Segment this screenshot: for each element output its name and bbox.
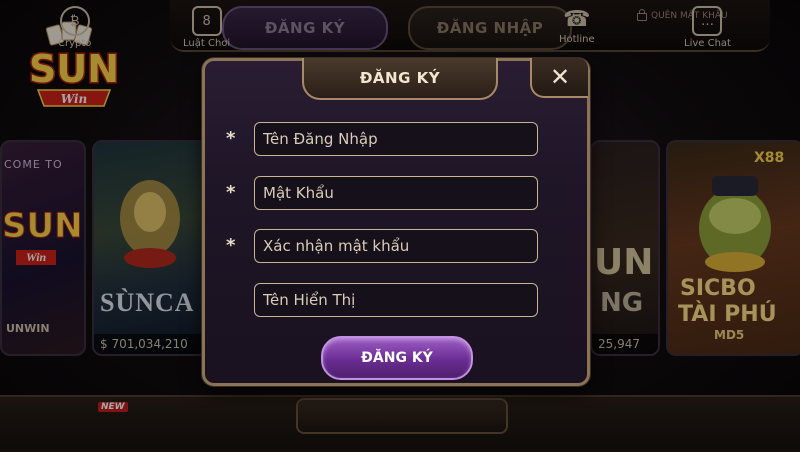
dialog-title: ĐĂNG KÝ	[359, 69, 441, 87]
close-button[interactable]: ✕	[530, 58, 588, 98]
required-marker: *	[226, 182, 236, 203]
password-input[interactable]	[254, 176, 538, 210]
dialog-header: ĐĂNG KÝ	[302, 58, 498, 100]
required-marker: *	[226, 128, 236, 149]
register-submit-button[interactable]: ĐĂNG KÝ	[321, 336, 473, 380]
confirm-password-input[interactable]	[254, 229, 538, 263]
password-row: *	[222, 176, 542, 214]
confirm-password-row: *	[222, 229, 542, 267]
close-icon: ✕	[549, 63, 571, 91]
username-input[interactable]	[254, 122, 538, 156]
display-name-row	[222, 283, 542, 321]
required-marker: *	[226, 235, 236, 256]
display-name-input[interactable]	[254, 283, 538, 317]
username-row: *	[222, 122, 542, 160]
